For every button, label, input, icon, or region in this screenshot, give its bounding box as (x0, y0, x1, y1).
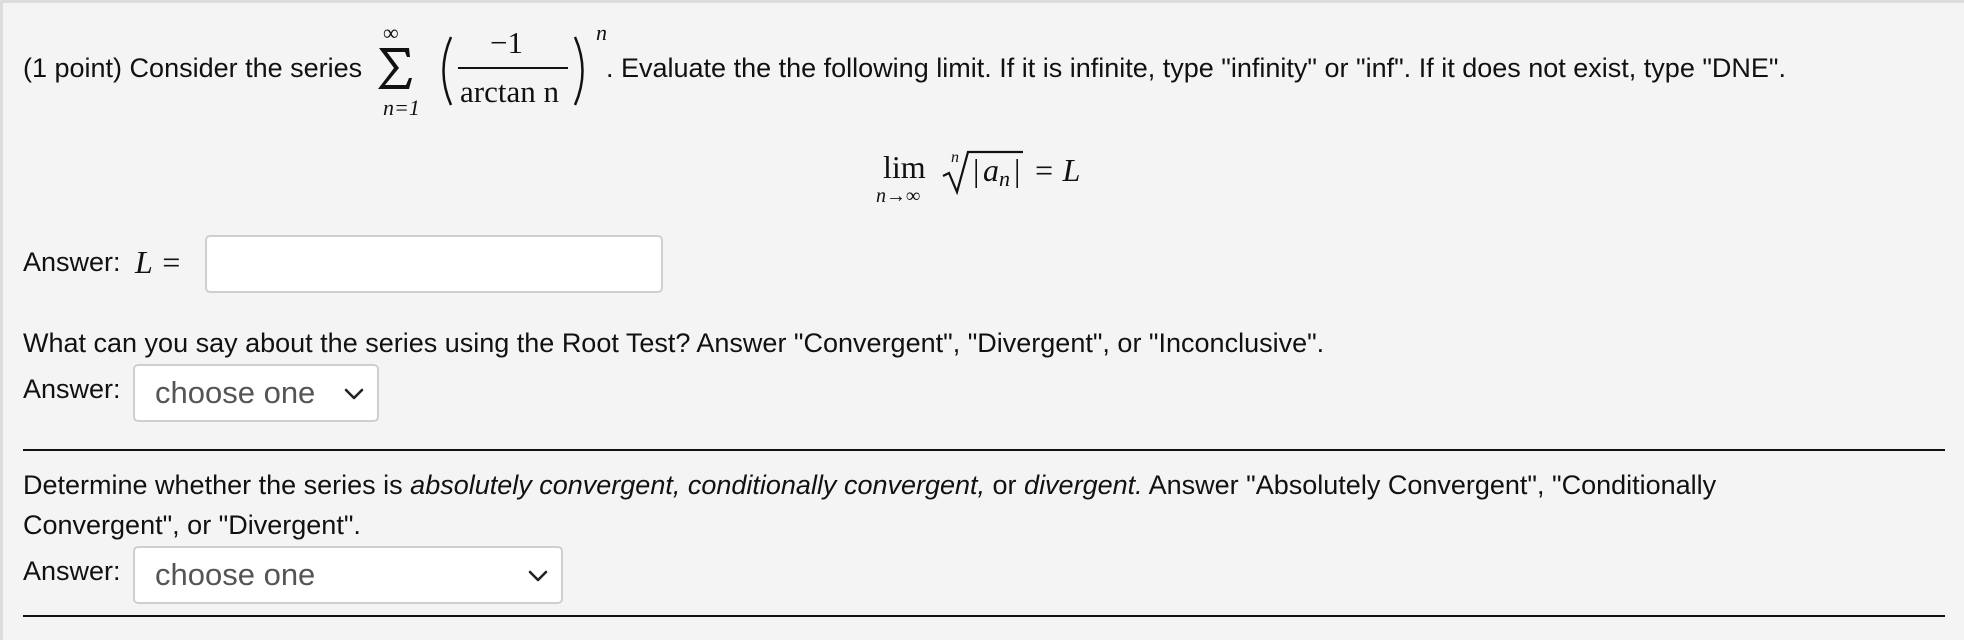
root-test-select[interactable]: choose one (133, 364, 379, 422)
section-divider (23, 449, 1945, 451)
problem-instruction: . Evaluate the the following limit. If i… (606, 53, 1787, 83)
problem-container: (1 point) Consider the series ∞ n=1 −1 a… (0, 0, 1964, 640)
q3-question-line2: Convergent", or "Divergent". (23, 510, 361, 540)
q2-answer-label: Answer: (23, 374, 121, 404)
problem-intro: (1 point) Consider the series (23, 53, 363, 83)
root-test-select-value: choose one (155, 375, 316, 410)
fraction-numerator: −1 (490, 25, 523, 60)
convergence-type-select-value: choose one (155, 557, 316, 592)
sum-lower-limit: n=1 (383, 95, 420, 120)
q3-text-em1: absolutely convergent, conditionally con… (410, 470, 986, 500)
limit-a: a (983, 152, 999, 188)
q3-text-em2: divergent. (1024, 470, 1143, 500)
series-exponent: n (596, 20, 607, 45)
convergence-type-select[interactable]: choose one (133, 546, 563, 604)
left-paren-icon (442, 36, 453, 106)
sigma-icon (378, 48, 412, 89)
limit-answer-input[interactable] (205, 235, 663, 293)
abs-bar-left: | (973, 152, 980, 188)
q3-text-b: or (985, 470, 1025, 500)
q2-question: What can you say about the series using … (23, 328, 1325, 358)
fraction-denominator: arctan n (460, 74, 559, 109)
lim-operator: lim (883, 149, 926, 185)
q3-answer-label: Answer: (23, 556, 121, 586)
lim-subscript: n→∞ (876, 185, 921, 207)
abs-bar-right: | (1014, 152, 1021, 188)
q1-answer-label: Answer: (23, 247, 121, 277)
q3-question-line1: Determine whether the series is absolute… (23, 472, 1716, 499)
q1-math-label: L = (135, 244, 182, 280)
limit-a-subscript: n (999, 166, 1010, 191)
sum-upper-limit: ∞ (383, 20, 399, 45)
limit-equals-l: = L (1033, 152, 1081, 188)
chevron-down-icon (344, 388, 364, 400)
bottom-divider (23, 615, 1945, 617)
q3-text-c: Answer "Absolutely Convergent", "Conditi… (1142, 470, 1717, 500)
fraction-bar (458, 67, 568, 69)
q3-text-a: Determine whether the series is (23, 470, 411, 500)
right-paren-icon (573, 36, 584, 106)
chevron-down-icon (528, 570, 548, 582)
